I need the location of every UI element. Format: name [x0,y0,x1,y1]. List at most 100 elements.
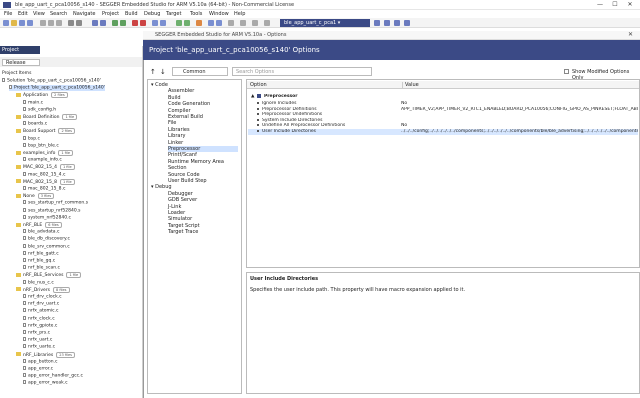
tree-folder[interactable]: nRF_Drivers 8 files [16,286,70,293]
category-item[interactable]: Linker [168,140,238,146]
menu-target[interactable]: Target [166,11,181,17]
tree-item[interactable]: example_info.c [23,157,62,163]
tree-item[interactable]: app_error_handler_gcc.c [23,373,83,379]
tree-folder[interactable]: Board Definition 1 file [16,114,78,120]
indent-icon[interactable] [112,20,118,26]
tree-item[interactable]: nrf_drv_uart.c [23,301,59,307]
down-arrow-icon[interactable]: ↓ [160,68,166,76]
copy-icon[interactable] [48,20,54,26]
menu-search[interactable]: Search [50,11,67,17]
tree-item[interactable]: ses_startup_nrf_common.s [23,200,88,206]
tree-folder[interactable]: MAC_802_15_8 1 file [16,178,75,185]
forward-icon[interactable] [160,20,166,26]
redo-icon[interactable] [76,20,82,26]
tree-item[interactable]: system_nrf52840.c [23,214,71,220]
menu-project[interactable]: Project [102,11,119,17]
back-icon[interactable] [152,20,158,26]
tree-item[interactable]: nrfx_atomic.c [23,308,59,314]
tree-item[interactable]: app_error.c [23,366,53,372]
tree-item[interactable]: nrf_ble_gq.c [23,258,55,264]
tree-item[interactable]: nrfx_uarte.c [23,344,55,350]
category-item[interactable]: Assembler [168,88,238,94]
minimize-button[interactable]: — [592,1,608,9]
save-icon[interactable] [19,20,25,26]
build-config-icon[interactable] [384,20,390,26]
config-selector[interactable]: Release [2,59,40,66]
tree-item[interactable]: mac_802_15_4.c [23,171,65,177]
tree-folder[interactable]: nRF_BLE_Services 1 file [16,272,82,279]
project-settings-icon[interactable] [374,20,380,26]
category-item[interactable]: Build [168,95,238,101]
tree-item[interactable]: sdk_config.h [23,106,56,112]
category-group[interactable]: ▾ Code [151,82,239,88]
category-item[interactable]: Code Generation [168,101,238,107]
tree-item[interactable]: app_button.c [23,358,57,364]
comment-icon[interactable] [132,20,138,26]
menu-edit[interactable]: Edit [18,11,28,17]
option-value[interactable]: APP_TIMER_V2;APP_TIMER_V2_RTC1_ENABLED;B… [401,107,638,112]
tree-item[interactable]: nrfx_gpiote.c [23,322,57,328]
maximize-button[interactable]: ☐ [607,1,623,9]
tree-folder[interactable]: None 3 files [16,193,55,200]
category-item[interactable]: Source Code [168,172,238,178]
collapse-icon[interactable]: ▲ [251,94,254,99]
tree-item[interactable]: nrf_ble_gatt.c [23,250,59,256]
option-row[interactable]: User Include Directories ../../../config;… [248,129,638,135]
target-icon[interactable] [240,20,246,26]
category-item[interactable]: Compiler [168,108,238,114]
search-options-input[interactable]: Search Options [232,67,372,76]
run-icon[interactable] [394,20,400,26]
tree-item[interactable]: ble_advdata.c [23,229,59,235]
project-combo[interactable]: ble_app_uart_c_pca1 ▾ [280,19,370,27]
category-item[interactable]: J-Link [168,204,238,210]
scope-selector[interactable]: Common [172,67,228,76]
tree-item[interactable]: nrfx_uart.c [23,337,52,343]
option-value[interactable]: ../../../config;../../../../../../compon… [401,129,638,134]
build-icon[interactable] [176,20,182,26]
tree-item[interactable]: bsp_btn_ble.c [23,142,59,148]
category-item[interactable]: Libraries [168,127,238,133]
up-arrow-icon[interactable]: ↑ [150,68,156,76]
menu-build[interactable]: Build [125,11,138,17]
menu-file[interactable]: File [4,11,12,17]
tree-item[interactable]: boards.c [23,121,47,127]
menu-window[interactable]: Window [209,11,229,17]
open-folder-icon[interactable] [11,20,17,26]
category-item[interactable]: Loader [168,210,238,216]
menu-view[interactable]: View [33,11,45,17]
tree-folder[interactable]: nRF_BLE 6 files [16,222,62,228]
tree-folder[interactable]: Board Support 2 files [16,128,75,135]
tree-item[interactable]: ble_nus_c.c [23,279,54,285]
tree-item[interactable]: ble_db_discovery.c [23,236,70,242]
uncomment-icon[interactable] [140,20,146,26]
connect-icon[interactable] [216,20,222,26]
stop-build-icon[interactable] [196,20,202,26]
tree-item[interactable]: mac_802_15_8.c [23,186,65,192]
category-item[interactable]: File [168,120,238,126]
category-item[interactable]: Runtime Memory Area [168,159,238,165]
debug-icon[interactable] [208,20,214,26]
tree-item[interactable]: ble_srv_common.c [23,243,70,249]
tree-item[interactable]: nrf_drv_clock.c [23,294,62,300]
option-value[interactable]: No [401,123,638,128]
preprocessor-group-row[interactable]: ▲ Preprocessor [248,94,638,100]
bookmark-icon[interactable] [100,20,106,26]
close-button[interactable]: ✕ [622,1,638,9]
tree-item[interactable]: bsp.c [23,135,40,141]
category-item[interactable]: GDB Server [168,197,238,203]
tree-item[interactable]: ses_startup_nrf52840.s [23,207,81,213]
step-icon[interactable] [404,20,410,26]
category-group[interactable]: ▾ Debug [151,184,239,190]
category-item[interactable]: Target Script [168,223,238,229]
tree-item[interactable]: main.c [23,99,43,105]
new-file-icon[interactable] [3,20,9,26]
options-icon[interactable] [228,20,234,26]
value-column-header[interactable]: Value [402,82,419,88]
menu-navigate[interactable]: Navigate [73,11,95,17]
project-explorer-tab[interactable]: Project Explorer [0,46,40,61]
menu-help[interactable]: Help [234,11,245,17]
category-item[interactable]: External Build [168,114,238,120]
undo-icon[interactable] [68,20,74,26]
outdent-icon[interactable] [120,20,126,26]
category-item[interactable]: Simulator [168,216,238,222]
